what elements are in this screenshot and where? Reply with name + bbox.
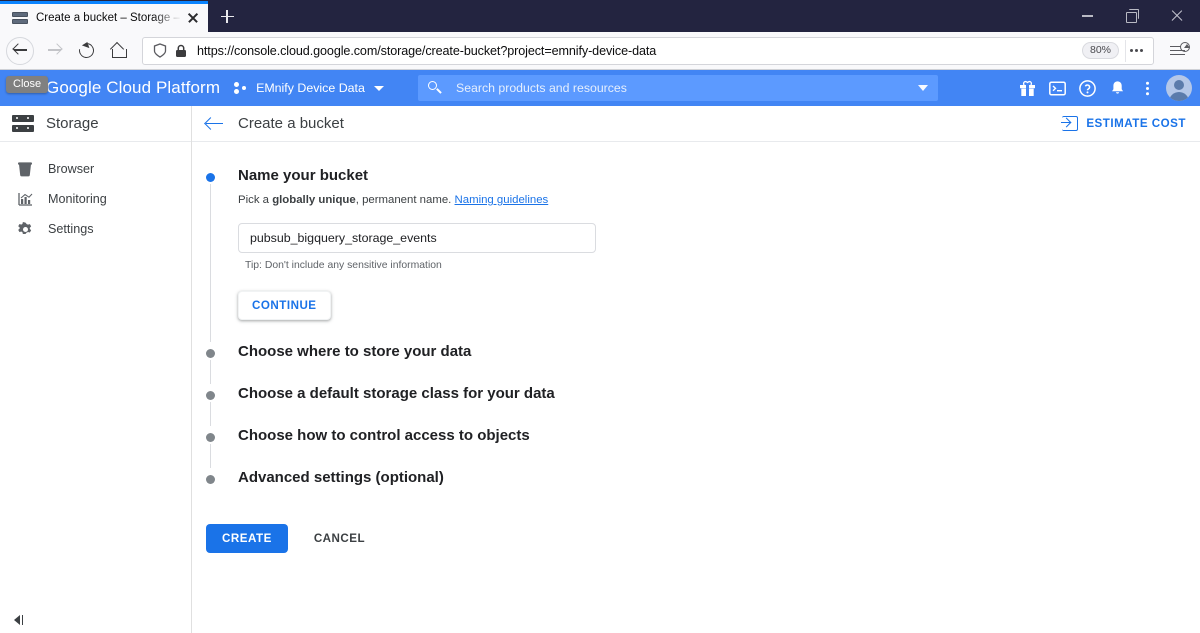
search-input[interactable]: Search products and resources <box>456 81 918 95</box>
sidebar-title: Storage <box>46 115 99 132</box>
browser-titlebar: Create a bucket – Storage – EMnify Devic… <box>0 0 1200 32</box>
storage-icon <box>12 114 34 133</box>
sidebar-header: Storage <box>0 106 191 142</box>
page-actions-ellipsis-icon[interactable] <box>1125 39 1147 62</box>
step-bullet <box>206 475 215 484</box>
step-title: Choose where to store your data <box>238 343 472 360</box>
library-downloads-icon[interactable] <box>1164 36 1194 66</box>
form-step-access-control[interactable]: Choose how to control access to objects <box>206 426 1200 468</box>
page-header: Create a bucket ESTIMATE COST <box>192 106 1200 142</box>
sidebar-item-browser[interactable]: Browser <box>0 154 191 184</box>
restore-window-icon[interactable] <box>1110 0 1155 32</box>
sidebar-item-label: Settings <box>48 222 94 236</box>
sidebar-item-label: Browser <box>48 162 95 176</box>
window-controls <box>1065 0 1200 32</box>
project-selector[interactable]: EMnify Device Data <box>234 81 384 95</box>
close-overlay-button[interactable]: Close <box>6 76 49 94</box>
helper-suffix: , permanent name. <box>355 194 455 206</box>
project-selector-icon <box>234 81 249 95</box>
monitoring-chart-icon <box>14 192 36 206</box>
chevron-down-icon[interactable] <box>918 85 928 91</box>
sidebar: Storage Browser Monitoring Settings <box>0 106 192 633</box>
estimate-cost-label: ESTIMATE COST <box>1086 117 1186 130</box>
storage-bucket-favicon <box>12 11 28 25</box>
address-bar[interactable]: https://console.cloud.google.com/storage… <box>142 36 1154 65</box>
tab-strip: Create a bucket – Storage – EMnify Devic… <box>0 0 246 32</box>
close-window-icon[interactable] <box>1155 0 1200 32</box>
url-text: https://console.cloud.google.com/storage… <box>197 43 657 58</box>
form-step-advanced-settings[interactable]: Advanced settings (optional) <box>206 468 1200 510</box>
naming-guidelines-link[interactable]: Naming guidelines <box>455 194 549 206</box>
notifications-bell-icon[interactable] <box>1102 73 1132 103</box>
bucket-icon <box>14 161 36 177</box>
tracking-protection-shield-icon[interactable] <box>153 43 167 58</box>
step-bullet <box>206 433 215 442</box>
estimate-cost-button[interactable]: ESTIMATE COST <box>1061 116 1186 131</box>
chevron-down-icon <box>373 85 384 91</box>
header-icon-group <box>1012 73 1192 103</box>
help-icon[interactable] <box>1072 73 1102 103</box>
reload-icon[interactable] <box>70 36 102 66</box>
create-bucket-form: Name your bucket Pick a globally unique,… <box>192 142 1200 553</box>
gear-icon <box>14 221 36 237</box>
step-title: Advanced settings (optional) <box>238 469 444 486</box>
main-content: Create a bucket ESTIMATE COST Name your … <box>192 106 1200 633</box>
helper-bold: globally unique <box>272 194 356 206</box>
step-connector <box>210 184 211 342</box>
step-title: Choose how to control access to objects <box>238 427 530 444</box>
step-bullet-active <box>206 173 215 182</box>
gift-icon[interactable] <box>1012 73 1042 103</box>
step-bullet <box>206 349 215 358</box>
form-actions: CREATE CANCEL <box>206 524 1200 553</box>
back-arrow-icon[interactable] <box>192 106 238 142</box>
step-connector <box>210 360 211 384</box>
search-bar[interactable]: Search products and resources <box>418 75 938 101</box>
helper-prefix: Pick a <box>238 194 273 206</box>
step-helper-text: Pick a globally unique, permanent name. … <box>238 192 1200 208</box>
collapse-panel-icon[interactable] <box>14 615 23 625</box>
sidebar-items: Browser Monitoring Settings <box>0 142 191 244</box>
back-arrow-icon[interactable] <box>6 36 34 65</box>
forward-arrow-icon <box>38 36 70 66</box>
project-name: EMnify Device Data <box>256 81 365 95</box>
continue-button[interactable]: CONTINUE <box>238 291 331 320</box>
search-icon <box>428 81 442 95</box>
step-connector <box>210 402 211 426</box>
cancel-button[interactable]: CANCEL <box>300 524 379 553</box>
zoom-level-badge[interactable]: 80% <box>1081 42 1119 59</box>
browser-tab-active[interactable]: Create a bucket – Storage – EMnify Devic… <box>0 1 208 32</box>
gcp-header: Close Google Cloud Platform EMnify Devic… <box>0 70 1200 106</box>
bucket-name-input[interactable]: pubsub_bigquery_storage_events <box>238 223 596 253</box>
step-bullet <box>206 391 215 400</box>
padlock-icon[interactable] <box>175 44 187 58</box>
tab-title: Create a bucket – Storage – EMnify Devic… <box>36 12 182 24</box>
gcp-brand-title[interactable]: Google Cloud Platform <box>46 78 220 98</box>
step-title: Name your bucket <box>238 167 369 184</box>
step-connector <box>210 444 211 468</box>
form-step-name-your-bucket: Name your bucket Pick a globally unique,… <box>206 166 1200 342</box>
step-body: Pick a globally unique, permanent name. … <box>238 186 1200 342</box>
browser-toolbar: https://console.cloud.google.com/storage… <box>0 32 1200 70</box>
workspace: Storage Browser Monitoring Settings Crea… <box>0 106 1200 633</box>
cloud-shell-icon[interactable] <box>1042 73 1072 103</box>
more-vertical-icon[interactable] <box>1132 73 1162 103</box>
avatar[interactable] <box>1166 75 1192 101</box>
browser-window: Create a bucket – Storage – EMnify Devic… <box>0 0 1200 633</box>
page-title: Create a bucket <box>238 115 344 132</box>
home-icon[interactable] <box>102 36 134 66</box>
step-title: Choose a default storage class for your … <box>238 385 555 402</box>
sidebar-item-monitoring[interactable]: Monitoring <box>0 184 191 214</box>
bucket-name-tip: Tip: Don't include any sensitive informa… <box>245 260 442 271</box>
sidebar-item-label: Monitoring <box>48 192 107 206</box>
close-icon[interactable] <box>184 9 202 27</box>
form-step-storage-class[interactable]: Choose a default storage class for your … <box>206 384 1200 426</box>
form-step-choose-location[interactable]: Choose where to store your data <box>206 342 1200 384</box>
create-button[interactable]: CREATE <box>206 524 288 553</box>
estimate-cost-icon <box>1061 116 1079 131</box>
sidebar-item-settings[interactable]: Settings <box>0 214 191 244</box>
minimize-icon[interactable] <box>1065 0 1110 32</box>
plus-icon[interactable] <box>208 1 246 32</box>
